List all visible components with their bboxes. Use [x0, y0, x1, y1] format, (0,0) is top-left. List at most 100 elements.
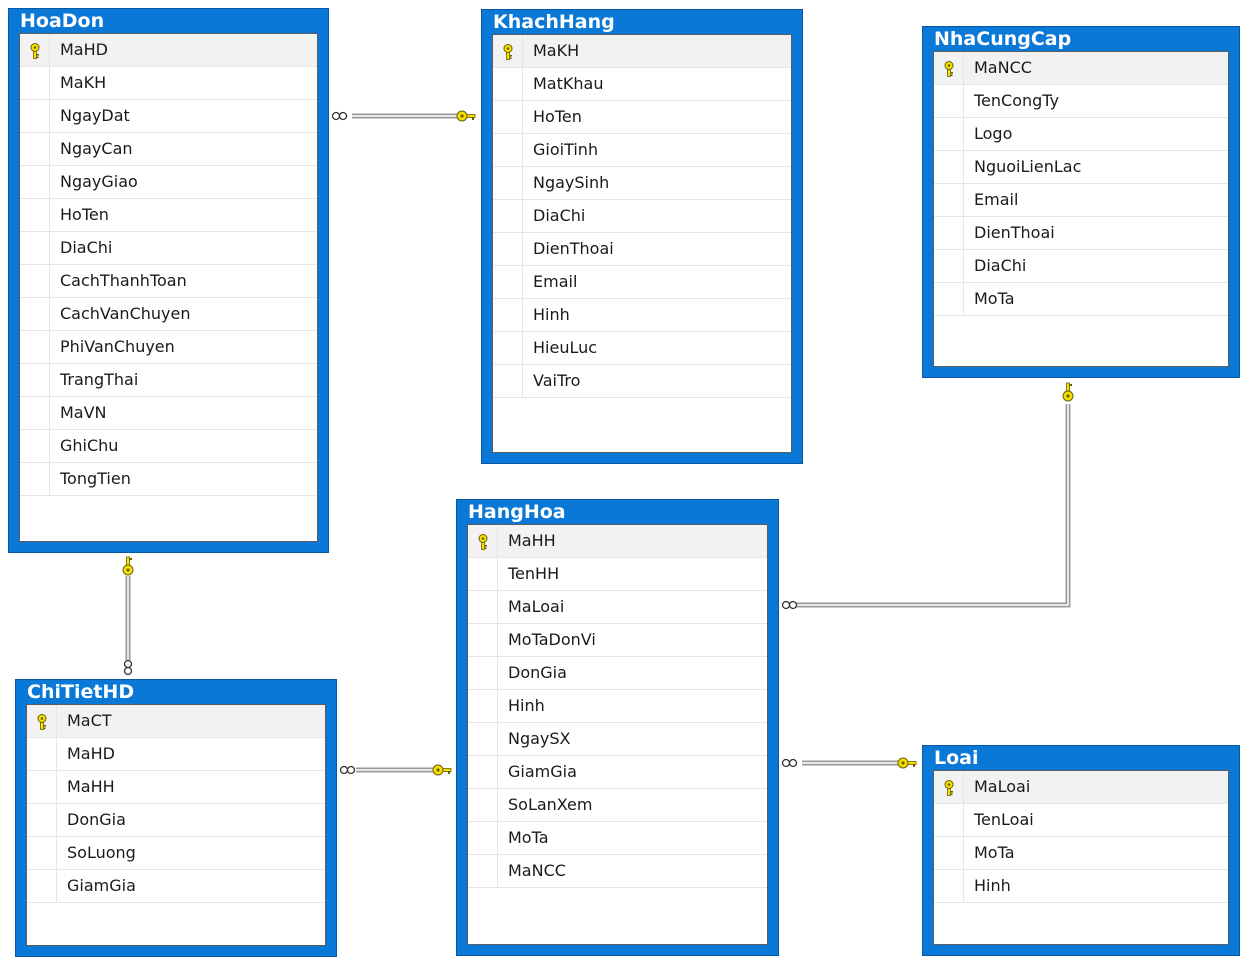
row-selector[interactable] — [493, 101, 523, 133]
column-row[interactable]: CachVanChuyen — [20, 298, 317, 331]
column-row[interactable]: TrangThai — [20, 364, 317, 397]
column-row[interactable]: MoTa — [468, 822, 767, 855]
column-row[interactable]: HieuLuc — [493, 332, 791, 365]
row-selector[interactable] — [468, 789, 498, 821]
row-selector[interactable] — [20, 34, 50, 66]
row-selector[interactable] — [493, 233, 523, 265]
row-selector[interactable] — [934, 870, 964, 902]
column-row[interactable]: Hinh — [934, 870, 1228, 903]
column-row[interactable]: PhiVanChuyen — [20, 331, 317, 364]
column-row[interactable]: MaVN — [20, 397, 317, 430]
row-selector[interactable] — [934, 52, 964, 84]
row-selector[interactable] — [20, 100, 50, 132]
column-row[interactable]: DiaChi — [20, 232, 317, 265]
column-row[interactable]: TongTien — [20, 463, 317, 496]
row-selector[interactable] — [493, 299, 523, 331]
row-selector[interactable] — [934, 85, 964, 117]
row-selector[interactable] — [20, 232, 50, 264]
column-row[interactable]: CachThanhToan — [20, 265, 317, 298]
rel-hoadon-khachhang[interactable] — [331, 110, 476, 122]
row-selector[interactable] — [20, 265, 50, 297]
column-row[interactable]: Hinh — [493, 299, 791, 332]
column-row[interactable]: Hinh — [468, 690, 767, 723]
table-chitiethd[interactable]: ChiTietHD MaCT MaHD MaHH DonGia SoLuong GiamG… — [15, 679, 337, 957]
row-selector[interactable] — [934, 804, 964, 836]
rel-chitiethd-hoadon[interactable] — [122, 556, 134, 676]
row-selector[interactable] — [493, 332, 523, 364]
row-selector[interactable] — [468, 723, 498, 755]
column-row[interactable]: MaNCC — [468, 855, 767, 888]
row-selector[interactable] — [468, 657, 498, 689]
column-row[interactable]: TenLoai — [934, 804, 1228, 837]
row-selector[interactable] — [934, 771, 964, 803]
row-selector[interactable] — [934, 151, 964, 183]
column-row[interactable]: MaHH — [27, 771, 325, 804]
row-selector[interactable] — [27, 771, 57, 803]
row-selector[interactable] — [468, 822, 498, 854]
row-selector[interactable] — [934, 118, 964, 150]
column-row[interactable]: VaiTro — [493, 365, 791, 398]
column-row[interactable]: GioiTinh — [493, 134, 791, 167]
column-row[interactable]: MaLoai — [934, 771, 1228, 804]
column-row[interactable]: Logo — [934, 118, 1228, 151]
row-selector[interactable] — [468, 525, 498, 557]
row-selector[interactable] — [493, 200, 523, 232]
column-row[interactable]: MaLoai — [468, 591, 767, 624]
column-row[interactable]: Email — [493, 266, 791, 299]
column-row[interactable]: MaCT — [27, 705, 325, 738]
column-row[interactable]: GiamGia — [468, 756, 767, 789]
row-selector[interactable] — [27, 705, 57, 737]
column-row[interactable]: MaHD — [20, 34, 317, 67]
row-selector[interactable] — [27, 870, 57, 902]
column-row[interactable]: NguoiLienLac — [934, 151, 1228, 184]
column-row[interactable]: SoLuong — [27, 837, 325, 870]
column-row[interactable]: NgayCan — [20, 133, 317, 166]
column-row[interactable]: MaHD — [27, 738, 325, 771]
column-row[interactable]: TenCongTy — [934, 85, 1228, 118]
row-selector[interactable] — [20, 463, 50, 495]
column-row[interactable]: TenHH — [468, 558, 767, 591]
row-selector[interactable] — [20, 364, 50, 396]
row-selector[interactable] — [20, 166, 50, 198]
column-row[interactable]: MoTa — [934, 283, 1228, 316]
column-row[interactable]: NgaySX — [468, 723, 767, 756]
rel-hanghoa-loai[interactable] — [781, 757, 917, 769]
rel-chitiethd-hanghoa[interactable] — [339, 764, 452, 776]
row-selector[interactable] — [934, 184, 964, 216]
table-nhacungcap[interactable]: NhaCungCap MaNCC TenCongTy Logo NguoiLienLa… — [922, 26, 1240, 378]
column-row[interactable]: MoTa — [934, 837, 1228, 870]
row-selector[interactable] — [20, 199, 50, 231]
row-selector[interactable] — [468, 558, 498, 590]
column-row[interactable]: MatKhau — [493, 68, 791, 101]
row-selector[interactable] — [20, 430, 50, 462]
column-row[interactable]: DienThoai — [493, 233, 791, 266]
row-selector[interactable] — [468, 591, 498, 623]
column-row[interactable]: DonGia — [468, 657, 767, 690]
column-row[interactable]: DiaChi — [493, 200, 791, 233]
column-row[interactable]: MoTaDonVi — [468, 624, 767, 657]
row-selector[interactable] — [27, 837, 57, 869]
column-row[interactable]: MaKH — [493, 35, 791, 68]
row-selector[interactable] — [20, 397, 50, 429]
row-selector[interactable] — [934, 283, 964, 315]
table-hanghoa[interactable]: HangHoa MaHH TenHH MaLoai MoTaDonVi DonGia Hi… — [456, 499, 779, 956]
column-row[interactable]: HoTen — [20, 199, 317, 232]
table-hoadon[interactable]: HoaDon MaHD MaKH NgayDat NgayCan NgayGiao HoT… — [8, 8, 329, 553]
column-row[interactable]: DiaChi — [934, 250, 1228, 283]
row-selector[interactable] — [493, 167, 523, 199]
row-selector[interactable] — [934, 837, 964, 869]
column-row[interactable]: Email — [934, 184, 1228, 217]
row-selector[interactable] — [468, 690, 498, 722]
table-loai[interactable]: Loai MaLoai TenLoai MoTa Hinh — [922, 745, 1240, 956]
rel-hanghoa-nhacungcap[interactable] — [781, 382, 1074, 610]
row-selector[interactable] — [493, 35, 523, 67]
row-selector[interactable] — [27, 738, 57, 770]
table-khachhang[interactable]: KhachHang MaKH MatKhau HoTen GioiTinh NgaySi… — [481, 9, 803, 464]
column-row[interactable]: DonGia — [27, 804, 325, 837]
row-selector[interactable] — [20, 67, 50, 99]
row-selector[interactable] — [493, 266, 523, 298]
column-row[interactable]: NgayGiao — [20, 166, 317, 199]
column-row[interactable]: NgayDat — [20, 100, 317, 133]
column-row[interactable]: MaKH — [20, 67, 317, 100]
column-row[interactable]: MaNCC — [934, 52, 1228, 85]
